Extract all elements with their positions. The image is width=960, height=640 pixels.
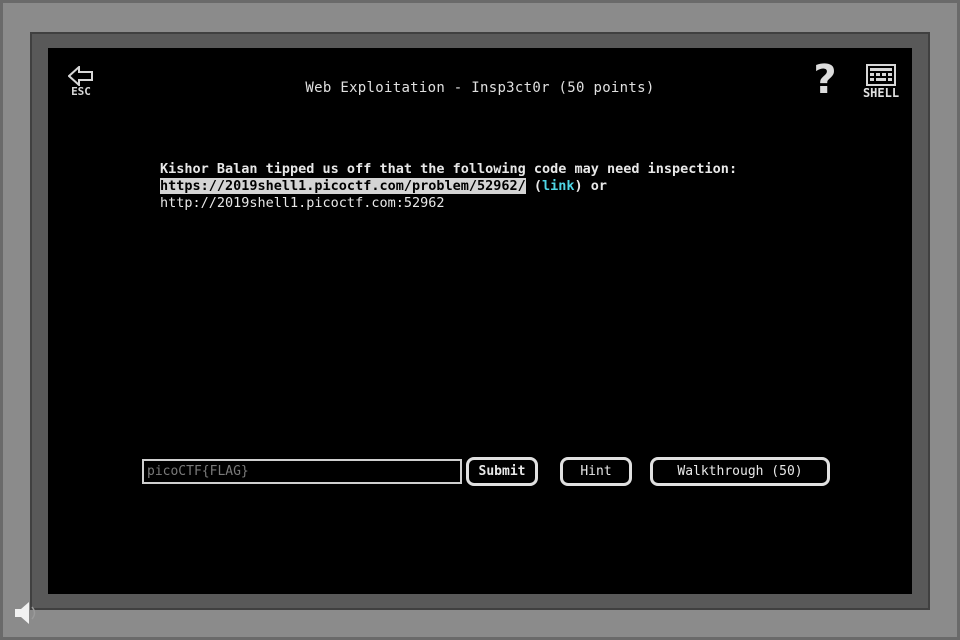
problem-url[interactable]: https://2019shell1.picoctf.com/problem/5… (160, 178, 526, 194)
shell-label: SHELL (862, 86, 900, 100)
flag-input[interactable] (142, 459, 462, 484)
game-screen (48, 48, 912, 594)
problem-description: Kishor Balan tipped us off that the foll… (160, 161, 820, 212)
terminal-icon (866, 64, 896, 86)
speaker-icon[interactable] (12, 598, 42, 628)
problem-link[interactable]: link (542, 178, 575, 194)
link-open-paren: ( (533, 178, 543, 194)
question-mark-icon[interactable]: ? (808, 58, 842, 102)
submit-button[interactable]: Submit (466, 457, 538, 486)
link-close-or: ) or (574, 178, 608, 194)
url-line: https://2019shell1.picoctf.com/problem/5… (160, 178, 820, 195)
hint-button[interactable]: Hint (560, 457, 632, 486)
alt-url: http://2019shell1.picoctf.com:52962 (160, 195, 445, 211)
description-line: Kishor Balan tipped us off that the foll… (160, 161, 738, 177)
shell-button[interactable]: SHELL (857, 64, 905, 100)
walkthrough-button[interactable]: Walkthrough (50) (650, 457, 830, 486)
